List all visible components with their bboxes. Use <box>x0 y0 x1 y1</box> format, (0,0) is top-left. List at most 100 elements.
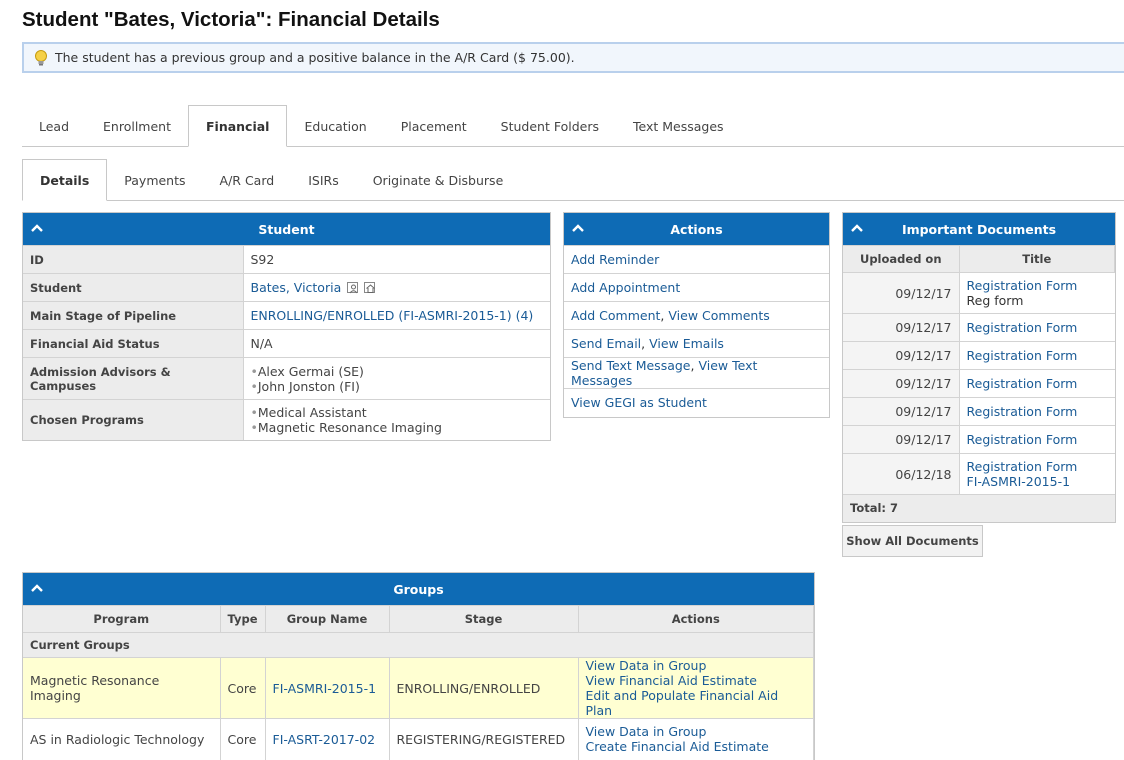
subtab-payments[interactable]: Payments <box>107 160 202 200</box>
table-row: 09/12/17 Registration Form <box>843 397 1115 426</box>
add-appointment-link[interactable]: Add Appointment <box>571 280 680 295</box>
create-financial-aid-estimate-link[interactable]: Create Financial Aid Estimate <box>586 739 807 754</box>
page-title: Student "Bates, Victoria": Financial Det… <box>22 8 440 31</box>
tab-text-messages[interactable]: Text Messages <box>616 106 741 146</box>
column-header-title: Title <box>959 245 1115 273</box>
table-row: 09/12/17 Registration Form Reg form <box>843 272 1115 314</box>
doc-date: 09/12/17 <box>843 313 960 342</box>
doc-title-link[interactable]: Registration Form <box>967 348 1078 363</box>
show-all-documents-button[interactable]: Show All Documents <box>842 525 983 557</box>
send-text-message-link[interactable]: Send Text Message <box>571 358 691 373</box>
column-header-group-name: Group Name <box>265 605 390 633</box>
actions-panel: Actions Add Reminder Add Appointment Add… <box>563 212 830 418</box>
edit-financial-aid-plan-link[interactable]: Edit and Populate Financial Aid Plan <box>586 688 807 718</box>
collapse-chevron-icon[interactable] <box>851 223 863 233</box>
table-row: 06/12/18 Registration Form FI-ASMRI-2015… <box>843 453 1115 495</box>
collapse-chevron-icon[interactable] <box>31 223 43 233</box>
tab-enrollment[interactable]: Enrollment <box>86 106 188 146</box>
doc-group-link[interactable]: FI-ASMRI-2015-1 <box>967 474 1108 489</box>
send-email-link[interactable]: Send Email <box>571 336 641 351</box>
doc-title-link[interactable]: Registration Form <box>967 278 1108 293</box>
column-header-program: Program <box>23 605 221 633</box>
alert-banner: The student has a previous group and a p… <box>22 42 1124 73</box>
table-row: Chosen Programs Medical Assistant Magnet… <box>23 399 550 440</box>
group-program: Magnetic Resonance Imaging <box>23 657 221 719</box>
doc-date: 09/12/17 <box>843 369 960 398</box>
student-value-cell: Bates, Victoria <box>243 273 550 302</box>
tab-student-folders[interactable]: Student Folders <box>484 106 616 146</box>
view-comments-link[interactable]: View Comments <box>668 308 769 323</box>
student-panel-header[interactable]: Student <box>23 213 550 245</box>
id-value: S92 <box>243 245 550 274</box>
doc-title-link[interactable]: Registration Form <box>967 320 1078 335</box>
tab-education[interactable]: Education <box>287 106 383 146</box>
list-item: Medical Assistant <box>251 405 544 420</box>
table-row: 09/12/17 Registration Form <box>843 369 1115 398</box>
programs-list: Medical Assistant Magnetic Resonance Ima… <box>243 399 550 440</box>
id-label: ID <box>23 245 244 274</box>
tab-financial[interactable]: Financial <box>188 105 288 147</box>
lightbulb-icon <box>32 49 50 67</box>
doc-date: 09/12/17 <box>843 397 960 426</box>
view-financial-aid-estimate-link[interactable]: View Financial Aid Estimate <box>586 673 807 688</box>
documents-table: Uploaded on Title 09/12/17 Registration … <box>843 245 1115 522</box>
view-emails-link[interactable]: View Emails <box>649 336 724 351</box>
view-data-in-group-link[interactable]: View Data in Group <box>586 658 807 673</box>
add-comment-link[interactable]: Add Comment <box>571 308 660 323</box>
groups-panel-header[interactable]: Groups <box>23 573 814 605</box>
alert-text: The student has a previous group and a p… <box>55 50 575 65</box>
tab-placement[interactable]: Placement <box>384 106 484 146</box>
view-data-in-group-link[interactable]: View Data in Group <box>586 724 807 739</box>
documents-panel-header[interactable]: Important Documents <box>843 213 1115 245</box>
table-row: 09/12/17 Registration Form <box>843 313 1115 342</box>
tab-lead[interactable]: Lead <box>22 106 86 146</box>
doc-title-link[interactable]: Registration Form <box>967 404 1078 419</box>
collapse-chevron-icon[interactable] <box>572 223 584 233</box>
programs-label: Chosen Programs <box>23 399 244 440</box>
student-panel: Student ID S92 Student Bates, Victoria M… <box>22 212 551 441</box>
actions-panel-title: Actions <box>670 221 723 237</box>
advisors-label: Admission Advisors & Campuses <box>23 357 244 400</box>
subtab-isirs[interactable]: ISIRs <box>291 160 356 200</box>
profile-icon[interactable] <box>347 282 359 294</box>
documents-panel-title: Important Documents <box>901 221 1057 237</box>
table-row: AS in Radiologic Technology Core FI-ASRT… <box>23 718 814 760</box>
actions-panel-header[interactable]: Actions <box>564 213 829 245</box>
home-icon[interactable] <box>364 282 376 293</box>
list-item: John Jonston (FI) <box>251 379 544 394</box>
groups-panel-title: Groups <box>393 581 444 597</box>
group-name-link[interactable]: FI-ASMRI-2015-1 <box>273 681 377 696</box>
student-name-link[interactable]: Bates, Victoria <box>251 280 342 295</box>
group-program: AS in Radiologic Technology <box>23 718 221 760</box>
table-row: Total: 7 <box>843 494 1115 522</box>
group-name-link[interactable]: FI-ASRT-2017-02 <box>273 732 376 747</box>
groups-panel: Groups Program Type Group Name Stage Act… <box>22 572 815 760</box>
pipeline-stage-link[interactable]: ENROLLING/ENROLLED (FI-ASMRI-2015-1) (4) <box>251 308 534 323</box>
doc-date: 09/12/17 <box>843 425 960 454</box>
subtab-details[interactable]: Details <box>22 159 108 201</box>
sub-tabs: Details Payments A/R Card ISIRs Originat… <box>22 159 1124 201</box>
column-header-stage: Stage <box>389 605 579 633</box>
documents-total: Total: 7 <box>843 494 1115 522</box>
add-reminder-link[interactable]: Add Reminder <box>571 252 659 267</box>
doc-subtitle: Reg form <box>966 293 1024 308</box>
table-row: Current Groups <box>23 632 814 658</box>
subtab-originate-disburse[interactable]: Originate & Disburse <box>356 160 521 200</box>
column-header-type: Type <box>220 605 266 633</box>
subtab-ar-card[interactable]: A/R Card <box>203 160 292 200</box>
collapse-chevron-icon[interactable] <box>31 583 43 593</box>
view-gegi-link[interactable]: View GEGI as Student <box>571 395 707 410</box>
table-row: Admission Advisors & Campuses Alex Germa… <box>23 357 550 400</box>
group-type: Core <box>220 718 266 760</box>
table-row: 09/12/17 Registration Form <box>843 425 1115 454</box>
group-stage: ENROLLING/ENROLLED <box>389 657 579 719</box>
student-panel-title: Student <box>258 221 315 237</box>
doc-title-link[interactable]: Registration Form <box>967 459 1108 474</box>
aid-status-value: N/A <box>243 329 550 358</box>
table-row: Financial Aid Status N/A <box>23 329 550 358</box>
doc-title-link[interactable]: Registration Form <box>967 376 1078 391</box>
doc-date: 09/12/17 <box>843 272 960 314</box>
aid-status-label: Financial Aid Status <box>23 329 244 358</box>
doc-title-link[interactable]: Registration Form <box>967 432 1078 447</box>
current-groups-label: Current Groups <box>23 632 814 658</box>
